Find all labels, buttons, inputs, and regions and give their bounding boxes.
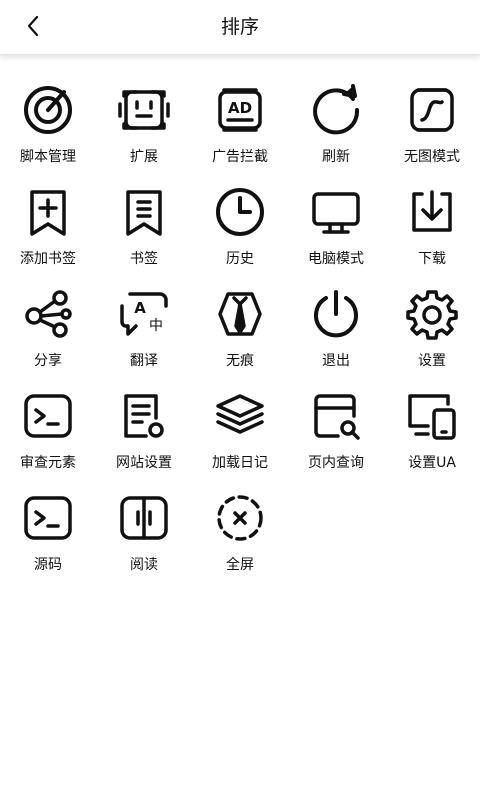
menu-item-label: 设置 — [418, 353, 446, 369]
menu-item-label: 分享 — [34, 353, 62, 369]
menu-item-label: 扩展 — [130, 149, 158, 165]
incognito-icon — [212, 286, 268, 342]
menu-item-label: 书签 — [130, 251, 158, 267]
menu-item-find-in-page[interactable]: 页内查询 — [288, 384, 384, 486]
top-bar: 排序 — [0, 0, 480, 55]
menu-item-label: 翻译 — [130, 353, 158, 369]
fullscreen-icon — [212, 490, 268, 546]
menu-item-exit[interactable]: 退出 — [288, 282, 384, 384]
menu-item-label: 退出 — [322, 353, 350, 369]
translate-icon: A 中 — [116, 286, 172, 342]
menu-item-label: 源码 — [34, 557, 62, 573]
power-icon — [308, 286, 364, 342]
svg-text:AD: AD — [228, 99, 252, 117]
desktop-mode-icon — [308, 184, 364, 240]
menu-item-label: 下载 — [418, 251, 446, 267]
add-bookmark-icon — [20, 184, 76, 240]
menu-item-extension[interactable]: 扩展 — [96, 78, 192, 180]
no-image-mode-icon — [404, 82, 460, 138]
menu-item-inspect-element[interactable]: 审查元素 — [0, 384, 96, 486]
page-title: 排序 — [220, 16, 259, 38]
site-settings-icon — [116, 388, 172, 444]
menu-item-label: 无图模式 — [404, 149, 460, 165]
menu-item-label: 审查元素 — [20, 455, 76, 471]
menu-item-fullscreen[interactable]: 全屏 — [192, 486, 288, 588]
menu-item-translate[interactable]: A 中 翻译 — [96, 282, 192, 384]
download-icon — [404, 184, 460, 240]
menu-item-label: 网站设置 — [116, 455, 172, 471]
menu-item-history[interactable]: 历史 — [192, 180, 288, 282]
gear-icon — [404, 286, 460, 342]
menu-item-site-settings[interactable]: 网站设置 — [96, 384, 192, 486]
menu-item-script-manager[interactable]: 脚本管理 — [0, 78, 96, 180]
menu-item-label: 阅读 — [130, 557, 158, 573]
menu-item-label: 无痕 — [226, 353, 254, 369]
menu-item-ad-block[interactable]: AD 广告拦截 — [192, 78, 288, 180]
menu-item-label: 设置UA — [408, 455, 456, 471]
menu-item-label: 广告拦截 — [212, 149, 268, 165]
menu-item-add-bookmark[interactable]: 添加书签 — [0, 180, 96, 282]
source-code-icon — [20, 490, 76, 546]
history-icon — [212, 184, 268, 240]
menu-item-user-agent[interactable]: 设置UA — [384, 384, 480, 486]
menu-grid: 脚本管理 扩展 AD 广告拦截 刷新 无图模式 添加书签 书签 历史 电脑模式 … — [0, 78, 480, 588]
menu-item-source-code[interactable]: 源码 — [0, 486, 96, 588]
menu-item-label: 全屏 — [226, 557, 254, 573]
script-manager-icon — [20, 82, 76, 138]
ad-block-icon: AD — [212, 82, 268, 138]
menu-item-label: 添加书签 — [20, 251, 76, 267]
menu-item-refresh[interactable]: 刷新 — [288, 78, 384, 180]
bookmark-icon — [116, 184, 172, 240]
menu-item-label: 页内查询 — [308, 455, 364, 471]
menu-item-label: 历史 — [226, 251, 254, 267]
load-log-icon — [212, 388, 268, 444]
svg-text:中: 中 — [149, 318, 163, 334]
menu-item-incognito[interactable]: 无痕 — [192, 282, 288, 384]
menu-item-label: 刷新 — [322, 149, 350, 165]
menu-item-share[interactable]: 分享 — [0, 282, 96, 384]
user-agent-icon — [404, 388, 460, 444]
menu-item-label: 脚本管理 — [20, 149, 76, 165]
menu-item-settings[interactable]: 设置 — [384, 282, 480, 384]
menu-item-label: 加载日记 — [212, 455, 268, 471]
extension-icon — [116, 82, 172, 138]
inspect-element-icon — [20, 388, 76, 444]
svg-text:A: A — [134, 299, 146, 317]
menu-item-no-image-mode[interactable]: 无图模式 — [384, 78, 480, 180]
menu-item-download[interactable]: 下载 — [384, 180, 480, 282]
find-in-page-icon — [308, 388, 364, 444]
menu-item-load-log[interactable]: 加载日记 — [192, 384, 288, 486]
reader-icon — [116, 490, 172, 546]
refresh-icon — [308, 82, 364, 138]
menu-item-bookmark[interactable]: 书签 — [96, 180, 192, 282]
menu-item-label: 电脑模式 — [308, 251, 364, 267]
menu-item-reader[interactable]: 阅读 — [96, 486, 192, 588]
menu-item-desktop-mode[interactable]: 电脑模式 — [288, 180, 384, 282]
share-icon — [20, 286, 76, 342]
